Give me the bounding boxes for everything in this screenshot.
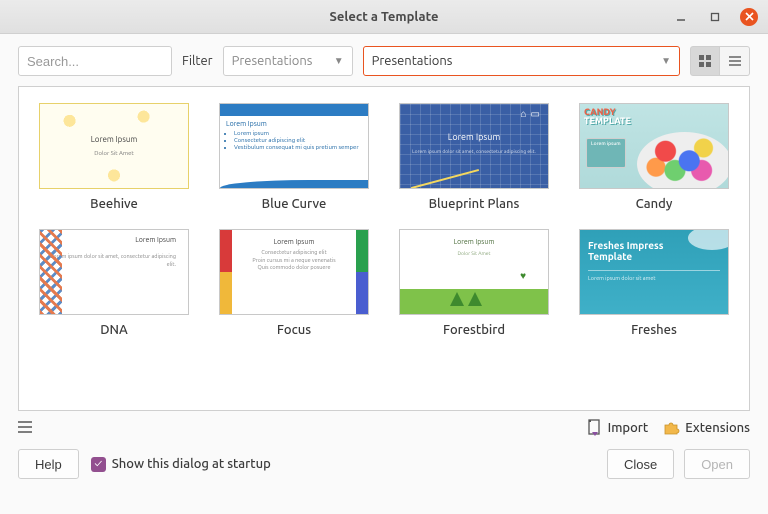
thumb-title: Lorem Ipsum: [400, 238, 548, 246]
cloud-icon: [688, 229, 729, 250]
template-name: Focus: [277, 323, 311, 337]
extensions-label: Extensions: [685, 421, 750, 435]
startup-checkbox[interactable]: ✓ Show this dialog at startup: [91, 457, 271, 472]
template-thumb: Lorem Ipsum Lorem ipsum dolor sit amet, …: [39, 229, 189, 315]
tree-icon: [468, 292, 482, 306]
thumb-title: Lorem Ipsum: [400, 132, 548, 142]
template-grid: Lorem Ipsum Dolor Sit Amet Beehive Lorem…: [31, 103, 737, 337]
template-card-candy[interactable]: CANDYTEMPLATE Lorem ipsum Candy: [571, 103, 737, 211]
thumb-title: Freshes Impress Template: [588, 240, 664, 262]
chevron-down-icon: ▼: [334, 55, 344, 67]
thumb-bullet: Consectetur adipiscing elit: [234, 137, 362, 144]
import-button[interactable]: Import: [587, 419, 649, 437]
maximize-button[interactable]: [706, 8, 724, 26]
template-card-focus[interactable]: Lorem Ipsum Consectetur adipiscing elit …: [211, 229, 377, 337]
close-button[interactable]: Close: [607, 449, 674, 479]
import-label: Import: [608, 421, 649, 435]
thumb-sub: Lorem ipsum dolor sit amet, consectetur …: [48, 254, 176, 269]
ruler-icon: ▭: [531, 108, 540, 120]
category-combo-value: Presentations: [372, 54, 453, 68]
template-thumb: CANDYTEMPLATE Lorem ipsum: [579, 103, 729, 189]
candy-icon: [637, 132, 729, 189]
pencil-icon: [411, 169, 479, 189]
thumb-sub: Dolor Sit Amet: [91, 150, 138, 157]
list-icon: [728, 54, 742, 68]
category-combo[interactable]: Presentations ▼: [363, 46, 680, 76]
list-view-button[interactable]: [720, 46, 750, 76]
startup-checkbox-label: Show this dialog at startup: [112, 457, 271, 471]
menu-button[interactable]: [18, 419, 38, 437]
filter-combo-value: Presentations: [232, 54, 313, 68]
template-thumb: Lorem Ipsum Dolor Sit Amet: [39, 103, 189, 189]
tree-icon: [450, 292, 464, 306]
thumb-sub: Dolor Sit Amet: [400, 250, 548, 256]
thumb-bullet: Lorem ipsum: [234, 130, 362, 137]
close-window-button[interactable]: [740, 8, 758, 26]
template-name: Blue Curve: [262, 197, 327, 211]
grid-icon: [698, 54, 712, 68]
checkbox-checked-icon: ✓: [91, 457, 106, 472]
help-button[interactable]: Help: [18, 449, 79, 479]
template-card-freshes[interactable]: Freshes Impress Template Lorem ipsum dol…: [571, 229, 737, 337]
chevron-down-icon: ▼: [661, 55, 671, 67]
template-card-blueprint[interactable]: ⌂ ▭ Lorem Ipsum Lorem ipsum dolor sit ame…: [391, 103, 557, 211]
thumb-title: Lorem Ipsum: [220, 238, 368, 246]
filter-combo[interactable]: Presentations ▼: [223, 46, 353, 76]
template-dialog: Select a Template Filter Presentations ▼…: [0, 0, 768, 514]
view-toggle: [690, 46, 750, 76]
template-card-blue-curve[interactable]: Lorem Ipsum Lorem ipsum Consectetur adip…: [211, 103, 377, 211]
bird-icon: ♥: [520, 270, 526, 282]
hamburger-icon: [18, 421, 32, 433]
template-card-forestbird[interactable]: Lorem Ipsum Dolor Sit Amet ♥ Forestbird: [391, 229, 557, 337]
grid-view-button[interactable]: [690, 46, 720, 76]
thumb-title: CANDYTEMPLATE: [584, 108, 631, 126]
template-name: DNA: [100, 323, 128, 337]
template-name: Forestbird: [443, 323, 505, 337]
window-controls: [672, 8, 758, 26]
template-name: Freshes: [631, 323, 677, 337]
template-name: Beehive: [90, 197, 138, 211]
action-bar: Import Extensions: [0, 417, 768, 437]
thumb-title: Lorem Ipsum: [91, 135, 138, 144]
filter-label: Filter: [182, 54, 213, 68]
template-thumb: Lorem Ipsum Lorem ipsum Consectetur adip…: [219, 103, 369, 189]
template-thumb: Lorem Ipsum Dolor Sit Amet ♥: [399, 229, 549, 315]
thumb-title: Lorem Ipsum: [226, 120, 362, 128]
window-title: Select a Template: [0, 10, 768, 24]
template-card-beehive[interactable]: Lorem Ipsum Dolor Sit Amet Beehive: [31, 103, 197, 211]
titlebar: Select a Template: [0, 0, 768, 34]
template-name: Candy: [636, 197, 673, 211]
minimize-button[interactable]: [672, 8, 690, 26]
thumb-title: Lorem Ipsum: [48, 236, 176, 244]
extensions-button[interactable]: Extensions: [662, 419, 750, 437]
bottom-bar: Help ✓ Show this dialog at startup Close…: [0, 437, 768, 491]
template-card-dna[interactable]: Lorem Ipsum Lorem ipsum dolor sit amet, …: [31, 229, 197, 337]
thumb-bullet: Vestibulum consequat mi quis pretium sem…: [234, 144, 362, 151]
thumb-sub: Lorem ipsum: [586, 138, 626, 168]
thumb-sub: Lorem ipsum dolor sit amet: [588, 276, 656, 282]
template-thumb: ⌂ ▭ Lorem Ipsum Lorem ipsum dolor sit ame…: [399, 103, 549, 189]
compass-icon: ⌂: [521, 108, 527, 120]
template-name: Blueprint Plans: [429, 197, 520, 211]
puzzle-icon: [662, 419, 680, 437]
template-panel[interactable]: Lorem Ipsum Dolor Sit Amet Beehive Lorem…: [18, 86, 750, 411]
thumb-sub: Consectetur adipiscing elit Proin cursus…: [220, 250, 368, 273]
template-thumb: Freshes Impress Template Lorem ipsum dol…: [579, 229, 729, 315]
template-thumb: Lorem Ipsum Consectetur adipiscing elit …: [219, 229, 369, 315]
toolbar: Filter Presentations ▼ Presentations ▼: [0, 34, 768, 86]
open-button[interactable]: Open: [684, 449, 750, 479]
thumb-sub: Lorem ipsum dolor sit amet, consectetur …: [400, 148, 548, 154]
dna-icon: [40, 230, 62, 314]
search-input[interactable]: [18, 46, 172, 76]
import-icon: [587, 419, 603, 437]
